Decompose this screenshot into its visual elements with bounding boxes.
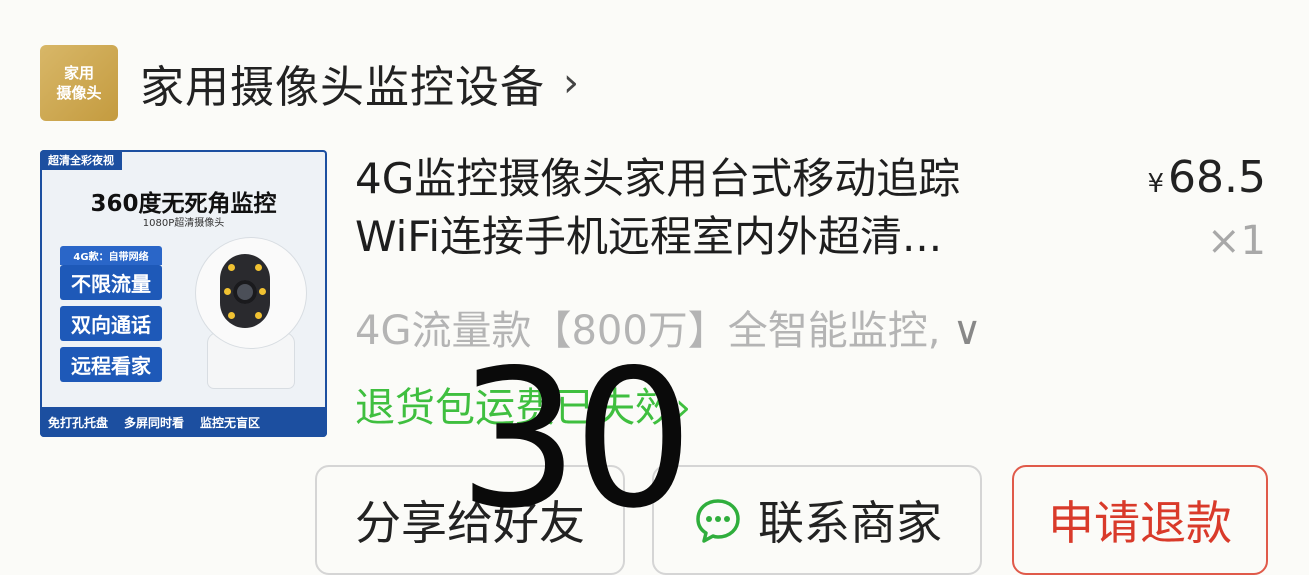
thumbnail-badge-unlimited: 不限流量	[60, 265, 162, 300]
camera-illustration	[190, 238, 312, 388]
chevron-down-icon: ∨	[952, 308, 982, 354]
shop-logo-line1: 家用	[63, 64, 94, 82]
shop-header[interactable]: 家用 摄像头 家用摄像头监控设备 ›	[40, 45, 740, 121]
thumbnail-bottom-right: 监控无盲区	[200, 415, 261, 430]
contact-merchant-button[interactable]: 联系商家	[652, 465, 982, 575]
product-title-line1: 4G监控摄像头家用台式移动追踪	[355, 154, 961, 203]
product-quantity: ×1	[1207, 218, 1266, 264]
contact-button-label: 联系商家	[758, 496, 942, 550]
currency-symbol: ¥	[1147, 169, 1165, 199]
shop-name[interactable]: 家用摄像头监控设备	[140, 51, 545, 115]
product-thumbnail[interactable]: 超清全彩夜视 360度无死角监控 1080P超清摄像头 4G款：自带网络 不限流…	[40, 150, 327, 437]
thumbnail-headline: 360度无死角监控	[90, 191, 277, 217]
product-price: ¥68.5	[1147, 152, 1266, 203]
thumbnail-badge-small: 4G款：自带网络	[60, 246, 162, 265]
shop-logo-line2: 摄像头	[56, 84, 102, 102]
shop-logo: 家用 摄像头	[40, 45, 118, 121]
thumbnail-badge-remote: 远程看家	[60, 347, 162, 382]
price-value: 68.5	[1168, 152, 1266, 203]
refund-button-label: 申请退款	[1048, 496, 1232, 550]
thumbnail-bottom-bar: 免打孔托盘 多屏同时看 监控无盲区	[40, 407, 327, 437]
thumbnail-subhead: 1080P超清摄像头	[142, 218, 225, 229]
product-title[interactable]: 4G监控摄像头家用台式移动追踪 WiFi连接手机远程室内外超清...	[355, 150, 1095, 266]
request-refund-button[interactable]: 申请退款	[1012, 465, 1268, 575]
thumbnail-bottom-left: 免打孔托盘	[48, 415, 109, 430]
overlay-number: 30	[458, 329, 694, 550]
thumbnail-badge-twoway: 双向通话	[60, 306, 162, 341]
thumbnail-badges: 4G款：自带网络 不限流量 双向通话 远程看家	[60, 246, 162, 388]
chevron-right-icon: ›	[563, 60, 579, 106]
product-title-line2: WiFi连接手机远程室内外超清...	[355, 212, 943, 261]
thumbnail-corner-tag: 超清全彩夜视	[40, 150, 122, 170]
thumbnail-bottom-mid: 多屏同时看	[124, 415, 185, 430]
chat-bubble-icon	[696, 499, 740, 543]
